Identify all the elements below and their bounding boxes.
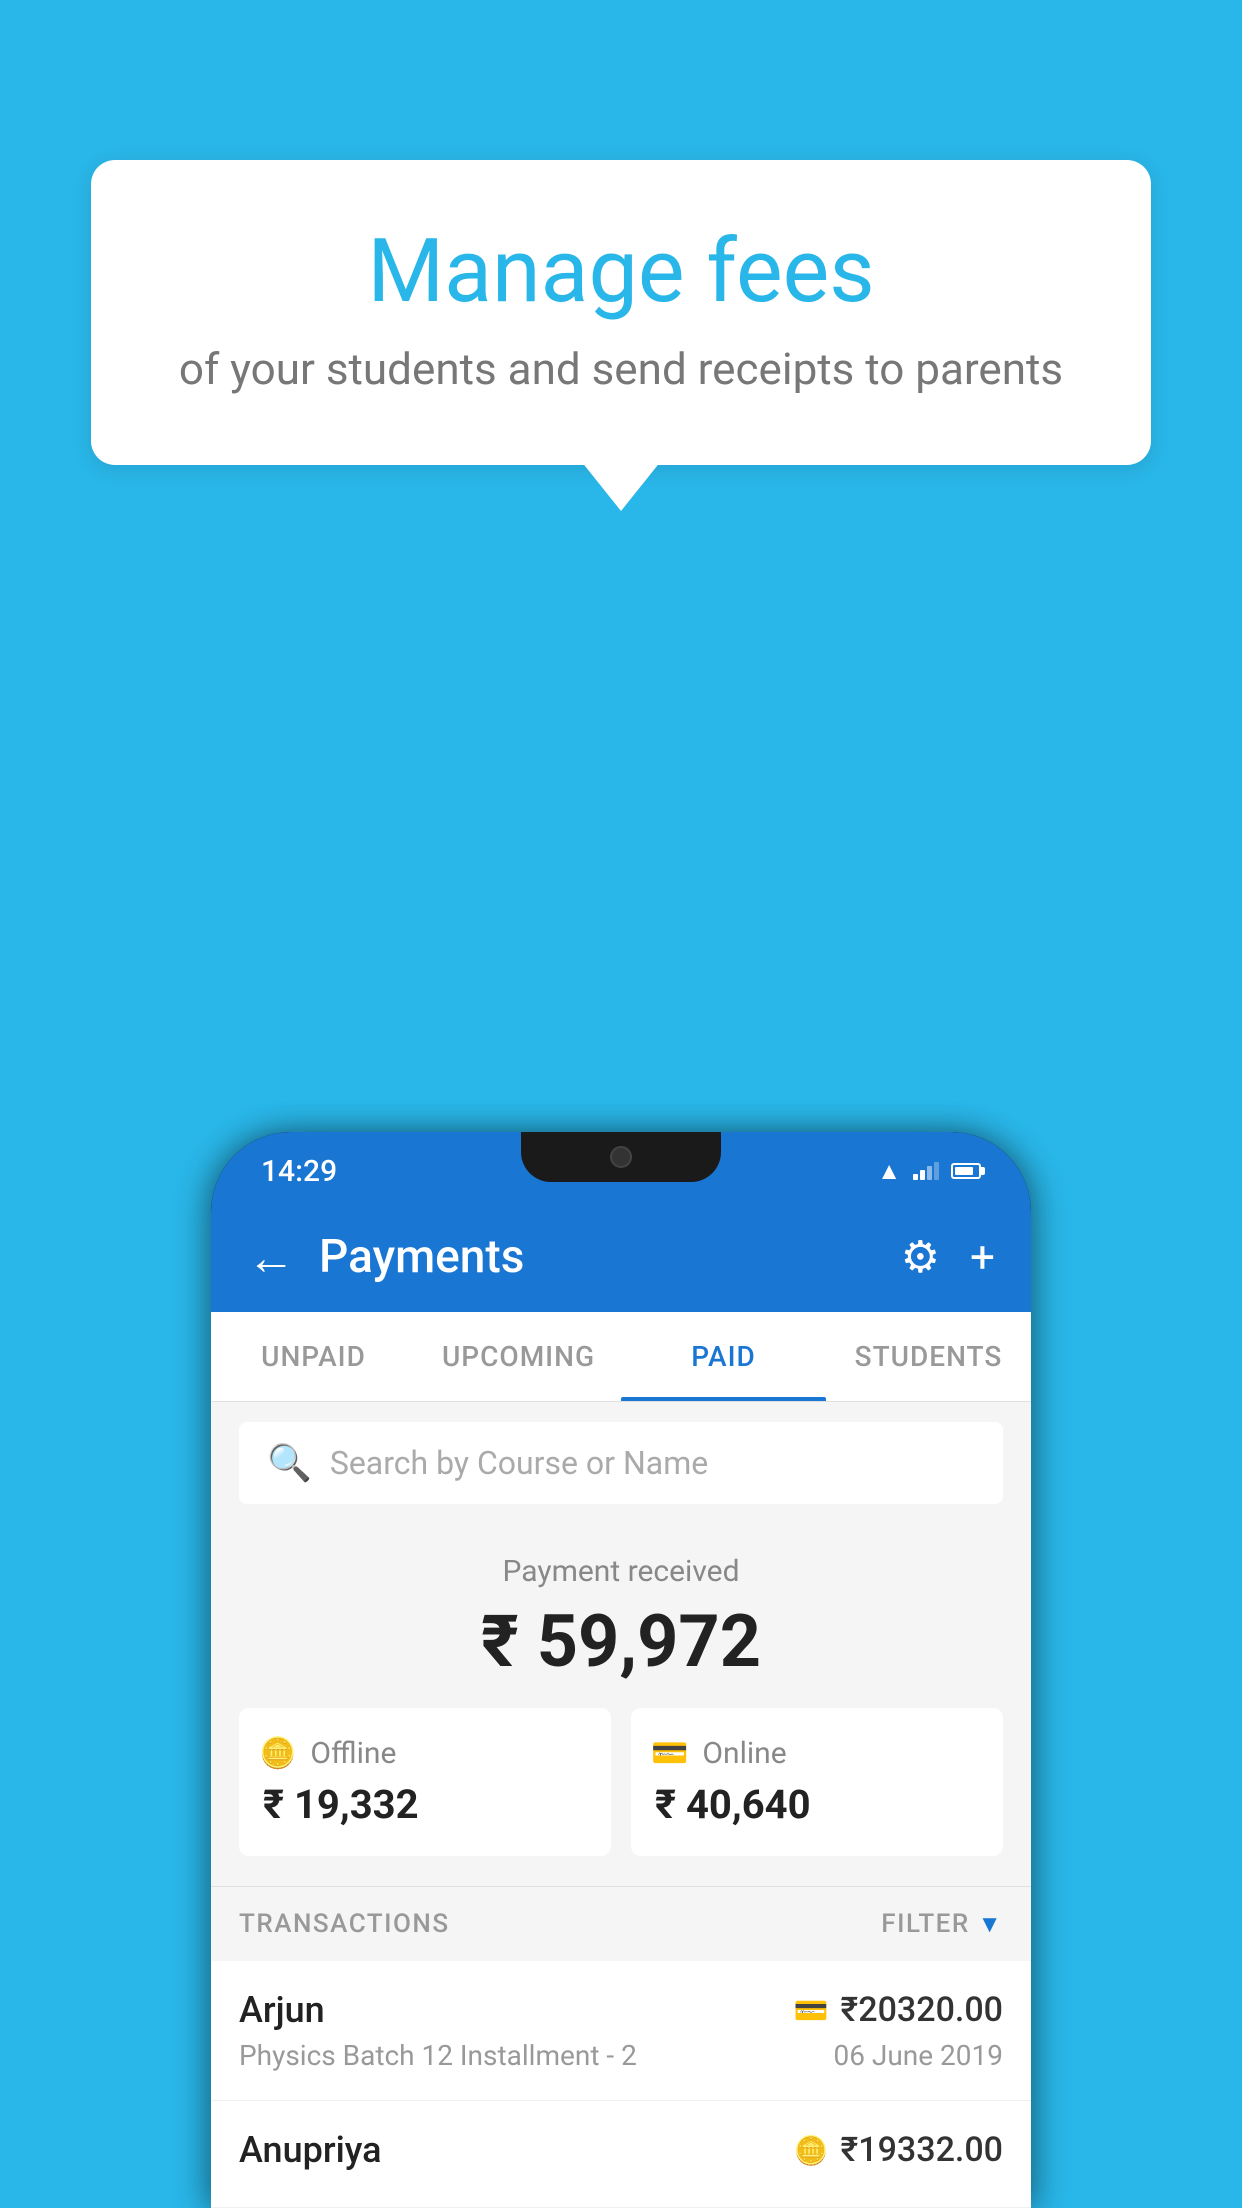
payment-total-amount: ₹ 59,972 [239, 1599, 1003, 1684]
phone-inner: 14:29 ▲ [211, 1132, 1031, 2208]
transaction-amount: 💳 ₹20320.00 [794, 1990, 1003, 2030]
app-bar: ← Payments ⚙ + [211, 1202, 1031, 1312]
payment-cards: 🪙 Offline ₹ 19,332 💳 Online ₹ 40,640 [239, 1708, 1003, 1856]
tab-upcoming[interactable]: UPCOMING [416, 1312, 621, 1401]
speech-bubble-title: Manage fees [171, 220, 1071, 323]
online-amount: ₹ 40,640 [651, 1781, 811, 1828]
camera [610, 1146, 632, 1168]
phone-notch [521, 1132, 721, 1182]
transaction-date: 06 June 2019 [833, 2039, 1003, 2072]
wifi-icon: ▲ [877, 1157, 901, 1186]
add-icon[interactable]: + [970, 1231, 995, 1283]
online-card-header: 💳 Online [651, 1736, 787, 1771]
app-bar-icons: ⚙ + [901, 1231, 995, 1283]
tabs: UNPAID UPCOMING PAID STUDENTS [211, 1312, 1031, 1402]
tab-unpaid[interactable]: UNPAID [211, 1312, 416, 1401]
online-payment-card: 💳 Online ₹ 40,640 [631, 1708, 1003, 1856]
speech-bubble: Manage fees of your students and send re… [91, 160, 1151, 465]
phone: 14:29 ▲ [211, 1132, 1031, 2208]
card-icon: 💳 [794, 1994, 829, 2027]
tab-students[interactable]: STUDENTS [826, 1312, 1031, 1401]
search-placeholder: Search by Course or Name [330, 1444, 708, 1482]
settings-icon[interactable]: ⚙ [901, 1231, 940, 1283]
transaction-course: Physics Batch 12 Installment - 2 [239, 2039, 637, 2072]
transaction-amount: 🪙 ₹19332.00 [794, 2130, 1003, 2170]
transaction-name: Arjun [239, 1989, 325, 2031]
back-button[interactable]: ← [247, 1229, 295, 1286]
offline-amount: ₹ 19,332 [259, 1781, 419, 1828]
online-icon: 💳 [651, 1736, 688, 1771]
transaction-row-top: Anupriya 🪙 ₹19332.00 [239, 2129, 1003, 2171]
speech-bubble-subtitle: of your students and send receipts to pa… [171, 343, 1071, 395]
transaction-name: Anupriya [239, 2129, 382, 2171]
transactions-list: Arjun 💳 ₹20320.00 Physics Batch 12 Insta… [211, 1961, 1031, 2208]
app-title: Payments [319, 1230, 901, 1284]
phone-wrapper: 14:29 ▲ [211, 1132, 1031, 2208]
tab-paid[interactable]: PAID [621, 1312, 826, 1401]
search-container: 🔍 Search by Course or Name [211, 1402, 1031, 1524]
status-time: 14:29 [261, 1154, 337, 1189]
table-row[interactable]: Arjun 💳 ₹20320.00 Physics Batch 12 Insta… [211, 1961, 1031, 2101]
battery-icon [951, 1163, 981, 1179]
payment-section: Payment received ₹ 59,972 🪙 Offline ₹ 19… [211, 1524, 1031, 1886]
cash-icon: 🪙 [794, 2134, 829, 2167]
transaction-row-top: Arjun 💳 ₹20320.00 [239, 1989, 1003, 2031]
status-icons: ▲ [877, 1157, 981, 1186]
transaction-row-bottom: Physics Batch 12 Installment - 2 06 June… [239, 2039, 1003, 2072]
search-icon: 🔍 [267, 1442, 312, 1484]
online-label: Online [702, 1736, 786, 1771]
search-bar[interactable]: 🔍 Search by Course or Name [239, 1422, 1003, 1504]
offline-payment-card: 🪙 Offline ₹ 19,332 [239, 1708, 611, 1856]
offline-icon: 🪙 [259, 1736, 296, 1771]
offline-label: Offline [310, 1736, 396, 1771]
transactions-label: TRANSACTIONS [239, 1909, 450, 1939]
transactions-header: TRANSACTIONS FILTER ▼ [211, 1886, 1031, 1961]
filter-icon: ▼ [978, 1910, 1003, 1939]
table-row[interactable]: Anupriya 🪙 ₹19332.00 [211, 2101, 1031, 2208]
offline-card-header: 🪙 Offline [259, 1736, 396, 1771]
payment-label: Payment received [239, 1554, 1003, 1589]
filter-button[interactable]: FILTER ▼ [881, 1909, 1003, 1939]
signal-icon [913, 1162, 939, 1180]
